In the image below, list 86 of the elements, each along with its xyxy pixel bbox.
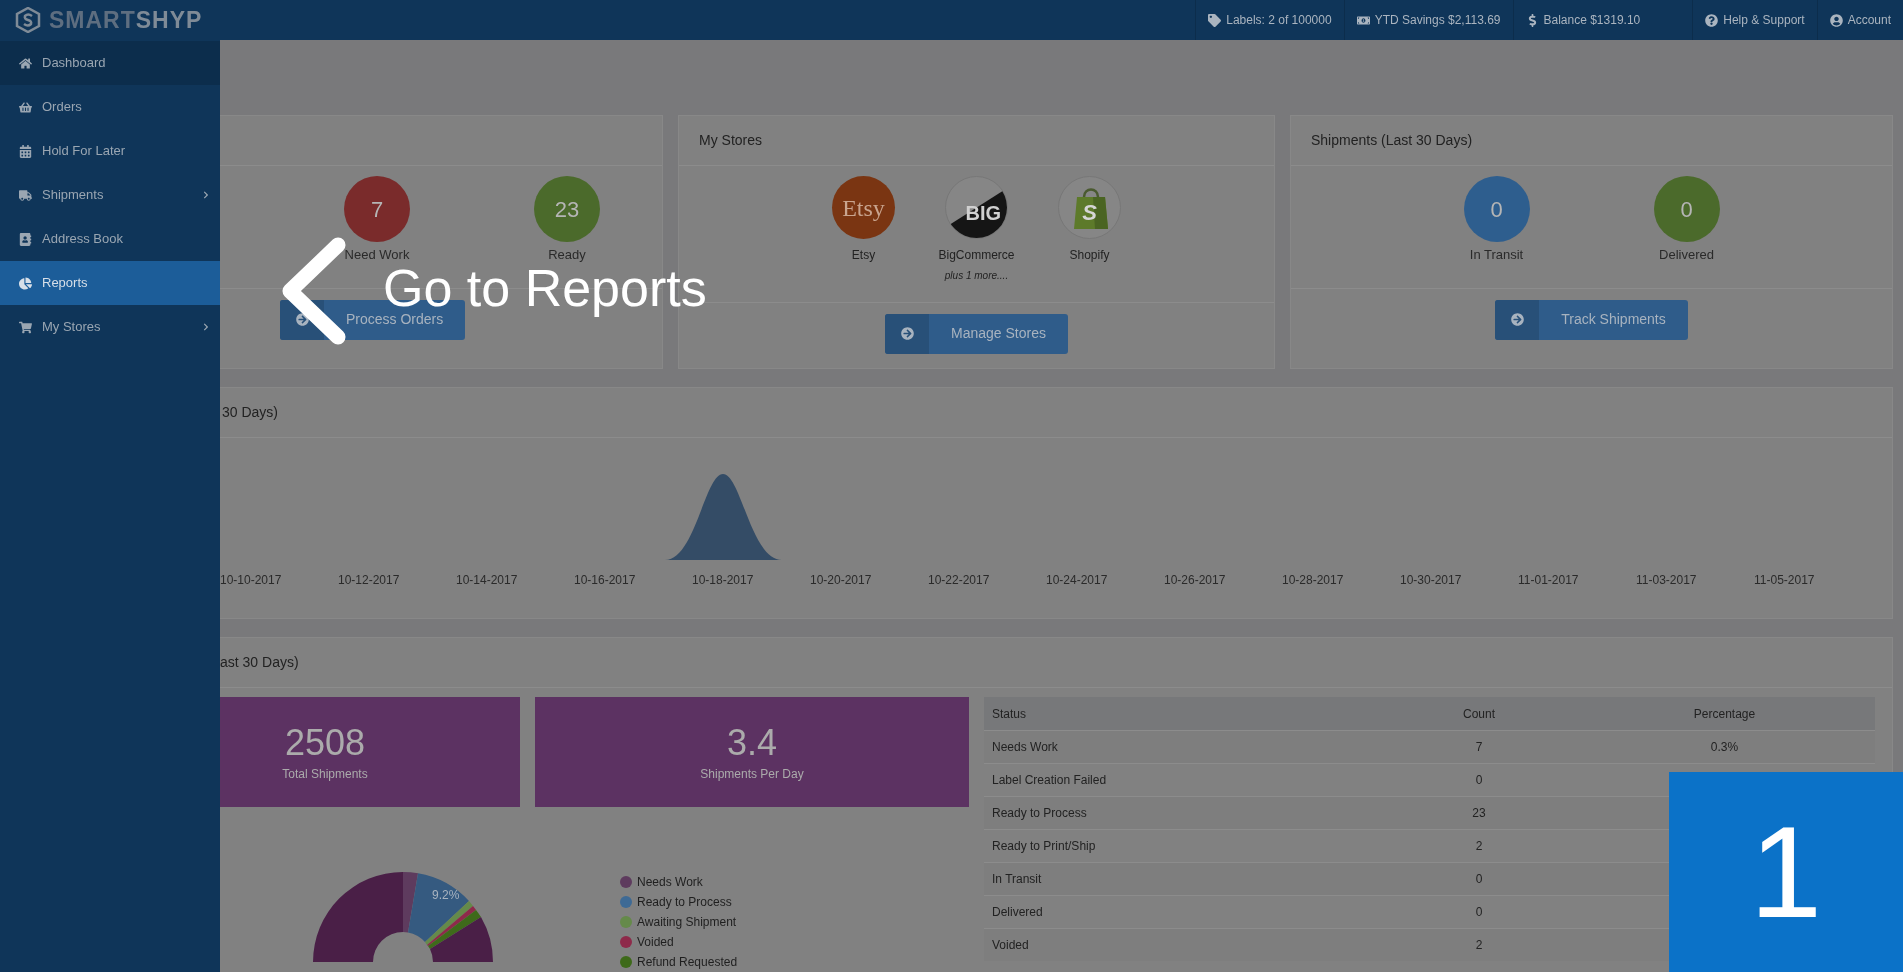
axis-label: 10-30-2017 — [1400, 571, 1463, 589]
card-title: Shipments (Last 30 Days) — [1311, 131, 1473, 150]
axis-label: 11-05-2017 — [1754, 571, 1816, 589]
action-button[interactable]: Manage Stores — [885, 313, 1068, 354]
panel-title: 30 Days) — [221, 402, 279, 422]
stat-label: Delivered — [1659, 246, 1714, 264]
legend-label: Needs Work — [637, 874, 703, 891]
axis-label: 10-14-2017 — [456, 571, 519, 589]
address-book-icon — [19, 232, 32, 246]
table-cell-text: Ready to Process — [991, 805, 1088, 822]
column-header: Percentage — [1692, 705, 1757, 723]
table-cell-text: 0 — [1474, 871, 1484, 888]
store-name: Etsy — [851, 247, 876, 264]
table-cell-text: 0 — [1474, 904, 1484, 921]
store-logo: Etsy — [832, 176, 895, 239]
slice-label: 9.2% — [432, 887, 460, 904]
axis-label: 10-26-2017 — [1164, 571, 1227, 589]
logo-icon — [15, 7, 41, 33]
table-cell-text: 0.3% — [1709, 739, 1740, 756]
more-stores-note: plus 1 more.... — [944, 269, 1009, 283]
stat-label: Need Work — [344, 246, 410, 264]
pie-chart-icon — [19, 276, 32, 290]
tile-label: Total Shipments — [282, 766, 368, 783]
table-cell-text: In Transit — [991, 871, 1043, 888]
table-cell-text: 0 — [1474, 772, 1484, 789]
cart-icon — [19, 320, 32, 334]
tile-value: 2508 — [284, 721, 366, 765]
basket-icon — [19, 100, 32, 114]
topbar-stat: Balance $1319.10 — [1543, 12, 1641, 29]
table-cell-text: 2 — [1474, 937, 1484, 954]
topbar-link[interactable]: Help & Support — [1692, 0, 1817, 40]
user-icon — [1829, 13, 1843, 27]
axis-label: 10-16-2017 — [574, 571, 637, 589]
tile-value: 3.4 — [726, 721, 777, 765]
action-button[interactable]: Track Shipments — [1495, 299, 1688, 340]
legend-label: Refund Requested — [637, 954, 738, 971]
column-header: Status — [991, 705, 1028, 723]
legend-label: Awaiting Shipment — [637, 914, 737, 931]
axis-label: 10-18-2017 — [692, 571, 755, 589]
store-name: Shopify — [1069, 247, 1110, 264]
legend-label: Voided — [637, 934, 674, 951]
legend-label: Ready to Process — [637, 894, 732, 911]
truck-icon — [19, 188, 32, 202]
axis-label: 10-20-2017 — [810, 571, 873, 589]
home-icon — [19, 56, 32, 70]
stat-label: In Transit — [1469, 246, 1524, 264]
topbar-stat: YTD Savings $2,113.69 — [1374, 12, 1501, 29]
table-cell-text: Ready to Print/Ship — [991, 838, 1097, 855]
store-name: BigCommerce — [938, 247, 1015, 264]
step-badge: 1 — [1669, 772, 1903, 972]
axis-label: 10-22-2017 — [928, 571, 991, 589]
sidebar-item[interactable]: Address Book — [0, 217, 220, 261]
sidebar-item[interactable]: Shipments — [0, 173, 220, 217]
sidebar-item[interactable]: Dashboard — [0, 41, 220, 85]
axis-label: 11-01-2017 — [1518, 571, 1580, 589]
panel-title: ast 30 Days) — [220, 653, 299, 672]
logo-text: SMARTSHYP — [49, 5, 203, 35]
tag-icon — [1208, 13, 1222, 27]
help-icon — [1705, 13, 1719, 27]
table-cell-text: Delivered — [991, 904, 1044, 921]
table-cell-text: Needs Work — [991, 739, 1059, 756]
column-header: Count — [1462, 705, 1496, 723]
store-logo: BIG — [945, 176, 1008, 239]
chevron-icon — [202, 323, 210, 331]
axis-label: 10-10-2017 — [220, 571, 283, 589]
sidebar-item[interactable]: Hold For Later — [0, 129, 220, 173]
axis-label: 10-12-2017 — [338, 571, 401, 589]
topbar-link[interactable]: Account — [1816, 0, 1903, 40]
topbar-stat: Labels: 2 of 100000 — [1226, 12, 1332, 29]
sidebar-item[interactable]: My Stores — [0, 305, 220, 349]
store-logo: S — [1058, 176, 1121, 239]
table-cell-text: 2 — [1474, 838, 1484, 855]
table-cell-text: Voided — [991, 937, 1030, 954]
stat-label: Ready — [548, 246, 586, 264]
axis-label: 10-24-2017 — [1046, 571, 1109, 589]
axis-label: 10-28-2017 — [1282, 571, 1345, 589]
table-cell-text: 7 — [1474, 739, 1484, 756]
card-title: My Stores — [699, 131, 762, 150]
sidebar-item[interactable]: Orders — [0, 85, 220, 129]
calendar-icon — [19, 144, 32, 158]
chevron-icon — [202, 191, 210, 199]
sidebar-item[interactable]: Reports — [0, 261, 220, 305]
axis-label: 11-03-2017 — [1636, 571, 1698, 589]
tile-label: Shipments Per Day — [700, 766, 804, 783]
table-cell-text: 23 — [1471, 805, 1487, 822]
table-cell-text: Label Creation Failed — [991, 772, 1108, 789]
